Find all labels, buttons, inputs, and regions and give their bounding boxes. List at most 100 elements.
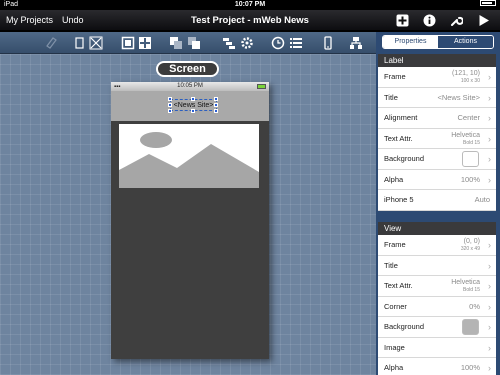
- device-time: 10:05 PM: [177, 83, 203, 89]
- status-time: 10:07 PM: [234, 1, 266, 8]
- property-label: Background: [384, 154, 425, 163]
- property-value: Helvetica Bold 15: [451, 279, 480, 293]
- property-value: 100%: [460, 174, 480, 184]
- undo-button[interactable]: Undo: [62, 10, 84, 31]
- label-section-header: Label: [378, 54, 496, 67]
- resize-handle[interactable]: [168, 103, 172, 107]
- property-row-frame[interactable]: Frame (0, 0) 320 x 49 ›: [378, 235, 496, 256]
- property-label: Title: [384, 92, 398, 102]
- property-value: 0%: [469, 301, 480, 311]
- settings-button[interactable]: [448, 13, 465, 28]
- info-button[interactable]: [421, 13, 438, 28]
- property-label: Alignment: [384, 113, 418, 122]
- property-value: Helvetica Bold 15: [451, 131, 480, 146]
- property-row-text-attr[interactable]: Text Attr. Helvetica Bold 15 ›: [378, 129, 496, 149]
- property-row-alpha[interactable]: Alpha 100% ›: [378, 170, 496, 190]
- image-placeholder-icon: [119, 132, 259, 188]
- label-properties-list: Frame (121, 10) 100 x 30 › Title <News Si…: [378, 67, 496, 211]
- status-bar: iPad 10:07 PM: [0, 0, 500, 10]
- scale-icon[interactable]: [89, 36, 103, 50]
- wrench-icon: [451, 16, 463, 26]
- chevron-right-icon: ›: [488, 154, 491, 164]
- chevron-right-icon: ›: [488, 260, 491, 271]
- color-swatch[interactable]: [462, 319, 479, 335]
- battery-indicator: [480, 0, 496, 6]
- property-label: Frame: [384, 72, 406, 81]
- crop-icon[interactable]: [121, 36, 135, 50]
- chevron-right-icon: ›: [488, 281, 491, 291]
- chevron-right-icon: ›: [488, 363, 491, 373]
- editor-toolbar: [0, 32, 376, 54]
- property-row-alignment[interactable]: Alignment Center ›: [378, 108, 496, 129]
- color-swatch[interactable]: [462, 151, 479, 167]
- property-row-corner[interactable]: Corner 0% ›: [378, 297, 496, 317]
- group-icon[interactable]: [169, 36, 183, 50]
- property-row-title[interactable]: Title ›: [378, 256, 496, 276]
- tab-actions[interactable]: Actions: [438, 36, 493, 48]
- inspector-panel: Properties Actions Label Frame (121, 10)…: [376, 32, 500, 375]
- device-status-bar: ▪▪▪ 10:05 PM: [111, 82, 269, 91]
- property-value: Auto: [474, 195, 490, 204]
- property-value: Center: [457, 113, 480, 122]
- resize-handle[interactable]: [191, 109, 195, 113]
- align-icon[interactable]: [222, 36, 236, 50]
- play-icon: [479, 15, 489, 26]
- tab-properties[interactable]: Properties: [383, 36, 438, 48]
- resize-icon[interactable]: [74, 36, 88, 50]
- gear-icon[interactable]: [240, 36, 254, 50]
- chevron-right-icon: ›: [488, 342, 491, 353]
- property-row-image[interactable]: Image ›: [378, 338, 496, 358]
- resize-handle[interactable]: [214, 103, 218, 107]
- property-label: Alpha: [384, 363, 404, 372]
- info-icon: [423, 14, 436, 27]
- resize-handle[interactable]: [191, 97, 195, 101]
- property-row-iphone5[interactable]: iPhone 5 Auto: [378, 190, 496, 211]
- device-screen[interactable]: ▪▪▪ 10:05 PM <News Site>: [111, 82, 269, 359]
- property-value: (0, 0) 320 x 49: [460, 238, 480, 252]
- ungroup-icon[interactable]: [187, 36, 201, 50]
- inspector-tabs: Properties Actions: [382, 35, 494, 49]
- resize-handle[interactable]: [214, 109, 218, 113]
- property-label: Text Attr.: [384, 281, 413, 290]
- navigation-bar: My Projects Undo Test Project - mWeb New…: [0, 10, 500, 31]
- chevron-right-icon: ›: [488, 133, 491, 144]
- property-value: 100%: [460, 363, 480, 372]
- list-icon[interactable]: [289, 36, 303, 50]
- property-row-alpha[interactable]: Alpha 100% ›: [378, 358, 496, 375]
- clock-icon[interactable]: [271, 36, 285, 50]
- property-label: Image: [384, 342, 405, 352]
- resize-handle[interactable]: [168, 97, 172, 101]
- property-label: Frame: [384, 240, 406, 249]
- chevron-right-icon: ›: [488, 301, 491, 312]
- add-icon: [396, 14, 409, 27]
- image-placeholder[interactable]: [119, 124, 259, 188]
- property-row-title[interactable]: Title <News Site> ›: [378, 88, 496, 108]
- chevron-right-icon: ›: [488, 174, 491, 185]
- chevron-right-icon: ›: [488, 322, 491, 332]
- device-battery-icon: [257, 84, 266, 89]
- property-label: Corner: [384, 301, 407, 311]
- property-label: Alpha: [384, 174, 404, 184]
- property-row-text-attr[interactable]: Text Attr. Helvetica Bold 15 ›: [378, 276, 496, 297]
- add-button[interactable]: [394, 13, 411, 28]
- property-label: iPhone 5: [384, 195, 414, 204]
- chevron-right-icon: ›: [488, 113, 491, 123]
- property-label: Text Attr.: [384, 133, 413, 143]
- header-view[interactable]: <News Site>: [111, 91, 269, 121]
- chevron-right-icon: ›: [488, 72, 491, 82]
- screen-label[interactable]: Screen: [156, 61, 219, 77]
- battery-icon: [480, 0, 496, 6]
- property-row-frame[interactable]: Frame (121, 10) 100 x 30 ›: [378, 67, 496, 88]
- play-button[interactable]: [475, 13, 492, 28]
- resize-handle[interactable]: [214, 97, 218, 101]
- hierarchy-icon[interactable]: [349, 36, 363, 50]
- chevron-right-icon: ›: [488, 92, 491, 103]
- property-value: <News Site>: [437, 92, 480, 102]
- property-row-background[interactable]: Background ›: [378, 317, 496, 338]
- eraser-icon[interactable]: [44, 36, 58, 50]
- property-row-background[interactable]: Background ›: [378, 149, 496, 170]
- my-projects-button[interactable]: My Projects: [6, 10, 53, 31]
- add-element-icon[interactable]: [138, 36, 152, 50]
- resize-handle[interactable]: [168, 109, 172, 113]
- phone-icon[interactable]: [321, 36, 335, 50]
